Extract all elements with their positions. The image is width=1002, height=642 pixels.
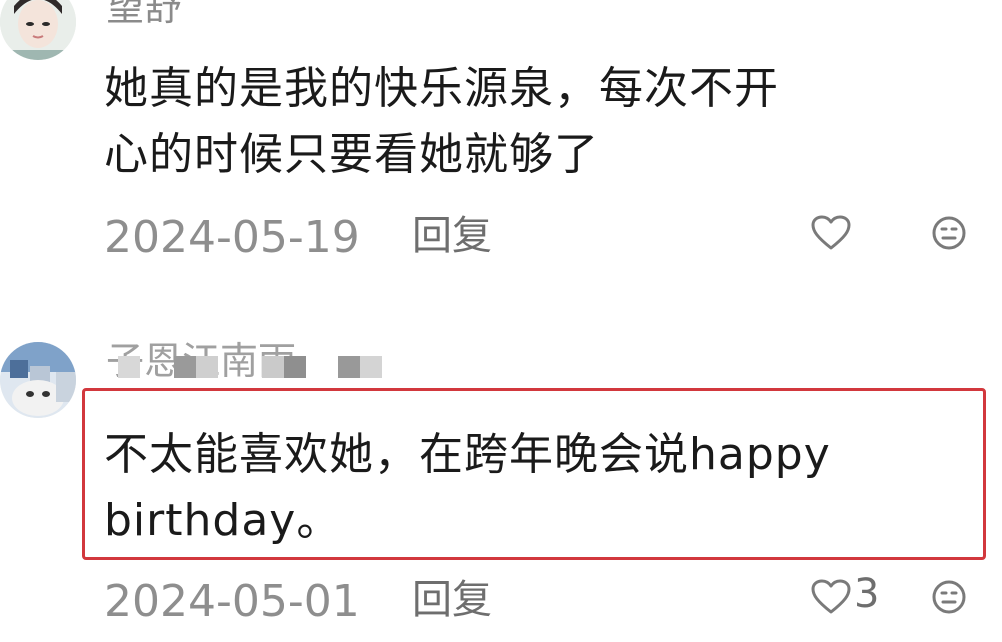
avatar[interactable] xyxy=(0,342,76,418)
reply-button[interactable]: 回复 xyxy=(412,580,492,620)
like-button[interactable] xyxy=(808,574,854,620)
heart-icon xyxy=(811,579,851,614)
comment-date: 2024-05-19 xyxy=(104,212,360,263)
like-count: 3 xyxy=(854,571,880,617)
comment-text: 她真的是我的快乐源泉，每次不开 心的时候只要看她就够了 xyxy=(104,56,984,188)
emoji-face-icon xyxy=(932,216,966,250)
comment-text: 不太能喜欢她，在跨年晚会说happy birthday。 xyxy=(104,422,980,554)
avatar-image xyxy=(0,0,76,60)
comment-text-line: birthday。 xyxy=(104,495,342,546)
like-button[interactable] xyxy=(808,210,854,256)
heart-icon xyxy=(811,215,851,250)
emoji-reaction-button[interactable] xyxy=(926,574,972,620)
comment-date: 2024-05-01 xyxy=(104,576,360,627)
comment-text-line: 心的时候只要看她就够了 xyxy=(104,129,599,180)
comment-text-line: 不太能喜欢她，在跨年晚会说happy xyxy=(104,429,831,480)
comment-text-line: 她真的是我的快乐源泉，每次不开 xyxy=(104,63,779,114)
avatar[interactable] xyxy=(0,0,76,60)
avatar-image xyxy=(0,342,76,418)
reply-button[interactable]: 回复 xyxy=(412,216,492,256)
username-mosaic xyxy=(108,356,388,390)
emoji-reaction-button[interactable] xyxy=(926,210,972,256)
comment-username[interactable]: 望舒 xyxy=(106,0,182,26)
emoji-face-icon xyxy=(932,580,966,614)
